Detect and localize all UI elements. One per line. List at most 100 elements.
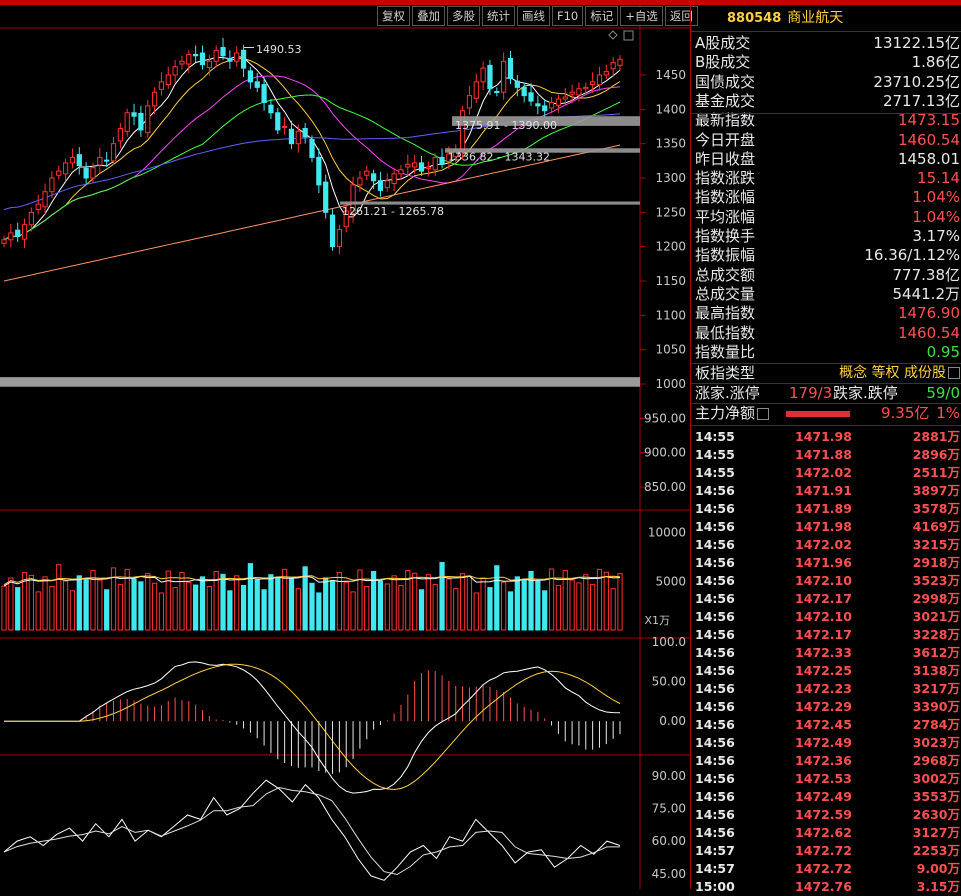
tick-price: 1471.98: [795, 429, 852, 444]
tick-row[interactable]: 14:56 1471.91 3897万: [691, 482, 961, 500]
tick-volume: 2784万: [912, 717, 960, 732]
tick-price: 1472.29: [795, 699, 852, 714]
volume-bar: [275, 577, 281, 631]
candle-up: [384, 180, 390, 189]
volume-bar: [459, 573, 466, 631]
toolbar-button-3[interactable]: 统计: [482, 6, 515, 26]
tick-row[interactable]: 14:57 1472.72 9.00万: [691, 860, 961, 878]
candle-up: [172, 66, 178, 76]
tick-time: 14:56: [695, 627, 735, 642]
tick-price: 1472.49: [795, 789, 852, 804]
tick-volume: 3390万: [912, 699, 960, 714]
toolbar-button-4[interactable]: 画线: [517, 6, 550, 26]
candle-up: [583, 86, 589, 90]
tick-row[interactable]: 14:56 1472.33 3612万: [691, 644, 961, 662]
candle-up: [186, 53, 192, 65]
candle-down: [521, 86, 527, 97]
tick-row[interactable]: 14:56 1472.17 3228万: [691, 626, 961, 644]
stat-value: 777.38亿: [892, 265, 961, 284]
tick-row[interactable]: 14:56 1471.98 4169万: [691, 518, 961, 536]
volume-bar: [603, 571, 609, 631]
tick-volume: 2918万: [912, 555, 960, 570]
volume-bar: [165, 570, 171, 631]
tick-row[interactable]: 15:00 1472.76 3.15万: [691, 878, 961, 896]
gap2-label: 1336.82 - 1343.32: [448, 150, 550, 163]
tick-row[interactable]: 14:57 1472.72 2253万: [691, 842, 961, 860]
toolbar-button-5[interactable]: F10: [552, 6, 584, 26]
board-expand-icon[interactable]: [948, 367, 960, 379]
tick-price: 1472.23: [795, 681, 852, 696]
tick-price: 1472.17: [795, 627, 852, 642]
stat-label: 最新指数: [695, 111, 756, 130]
volume-bar: [453, 588, 459, 631]
volume-bar: [295, 588, 301, 631]
tick-volume: 3228万: [912, 627, 960, 642]
tick-volume: 3897万: [912, 483, 960, 498]
kline-chart[interactable]: 850.00 900.00 950.00 1000 1050 1100 1150 1200 12…: [0, 5, 690, 889]
kdj-tick-label: 45.00: [652, 867, 686, 881]
volume-bar: [8, 577, 14, 631]
tick-volume: 2968万: [912, 753, 960, 768]
tick-row[interactable]: 14:56 1472.36 2968万: [691, 752, 961, 770]
toolbar-button-7[interactable]: +自选: [620, 6, 663, 26]
tick-price: 1472.10: [795, 573, 852, 588]
toolbar-button-2[interactable]: 多股: [447, 6, 480, 26]
stat-row: 指数量比 0.95: [691, 343, 961, 362]
tick-row[interactable]: 14:55 1472.02 2511万: [691, 464, 961, 482]
chart-area[interactable]: 850.00 900.00 950.00 1000 1050 1100 1150 1200 12…: [0, 5, 690, 889]
tick-volume: 3138万: [912, 663, 960, 678]
volume-bar: [494, 565, 500, 631]
tick-row[interactable]: 14:56 1471.89 3578万: [691, 500, 961, 518]
board-tags[interactable]: 概念 等权 成份股: [839, 364, 960, 383]
tick-price: 1471.91: [795, 483, 852, 498]
volume-bar: [364, 586, 370, 631]
candle-up: [398, 169, 404, 175]
down-label: 跌家.跌停: [833, 384, 898, 402]
toolbar-button-0[interactable]: 复权: [377, 6, 410, 26]
stat-label: B股成交: [695, 53, 751, 72]
tick-row[interactable]: 14:55 1471.88 2896万: [691, 446, 961, 464]
tick-row[interactable]: 14:56 1472.49 3553万: [691, 788, 961, 806]
tick-row[interactable]: 14:56 1471.96 2918万: [691, 554, 961, 572]
candle-up: [548, 101, 555, 109]
volume-bar: [384, 583, 390, 631]
index-name: 商业航天: [787, 10, 844, 26]
tick-row[interactable]: 14:56 1472.62 3127万: [691, 824, 961, 842]
mainflow-icon[interactable]: [757, 407, 770, 420]
candle-up: [124, 112, 130, 132]
macd-tick-label: 0.00: [659, 714, 686, 728]
price-tick-label: 900.00: [644, 446, 686, 460]
candle-up: [391, 173, 397, 184]
volume-bar: [377, 580, 384, 631]
stat-label: 最高指数: [695, 304, 756, 323]
tick-price: 1472.72: [795, 861, 852, 876]
tick-time: 14:55: [695, 465, 735, 480]
tick-row[interactable]: 14:56 1472.02 3215万: [691, 536, 961, 554]
toolbar-button-6[interactable]: 标记: [585, 6, 619, 26]
tick-row[interactable]: 14:56 1472.29 3390万: [691, 698, 961, 716]
tick-row[interactable]: 14:56 1472.10 3523万: [691, 572, 961, 590]
tick-row[interactable]: 14:56 1472.10 3021万: [691, 608, 961, 626]
tick-row[interactable]: 14:56 1472.17 2998万: [691, 590, 961, 608]
stat-value: 0.95: [926, 342, 960, 361]
updown-row: 涨家.涨停 179/3 跌家.跌停 59/0: [691, 384, 961, 403]
tick-row[interactable]: 14:55 1471.98 2881万: [691, 428, 961, 446]
stat-row: 基金成交 2717.13亿: [691, 92, 961, 111]
candle-down: [316, 156, 322, 186]
candle-up: [432, 156, 438, 171]
tick-row[interactable]: 14:56 1472.53 3002万: [691, 770, 961, 788]
tick-row[interactable]: 14:56 1472.23 3217万: [691, 680, 961, 698]
tick-row[interactable]: 14:56 1472.25 3138万: [691, 662, 961, 680]
stat-label: 总成交额: [695, 265, 756, 284]
volume-bar: [186, 581, 192, 631]
volume-bar: [350, 591, 356, 631]
tick-row[interactable]: 14:56 1472.59 2630万: [691, 806, 961, 824]
candle-down: [514, 80, 520, 88]
stat-row: B股成交 1.86亿: [691, 53, 961, 72]
stat-row: 指数换手 3.17%: [691, 227, 961, 246]
toolbar-button-1[interactable]: 叠加: [412, 6, 445, 26]
tick-row[interactable]: 14:56 1472.49 3023万: [691, 734, 961, 752]
tick-row[interactable]: 14:56 1472.45 2784万: [691, 716, 961, 734]
price-tick-label: 1200: [655, 240, 686, 254]
tick-time: 14:56: [695, 573, 735, 588]
